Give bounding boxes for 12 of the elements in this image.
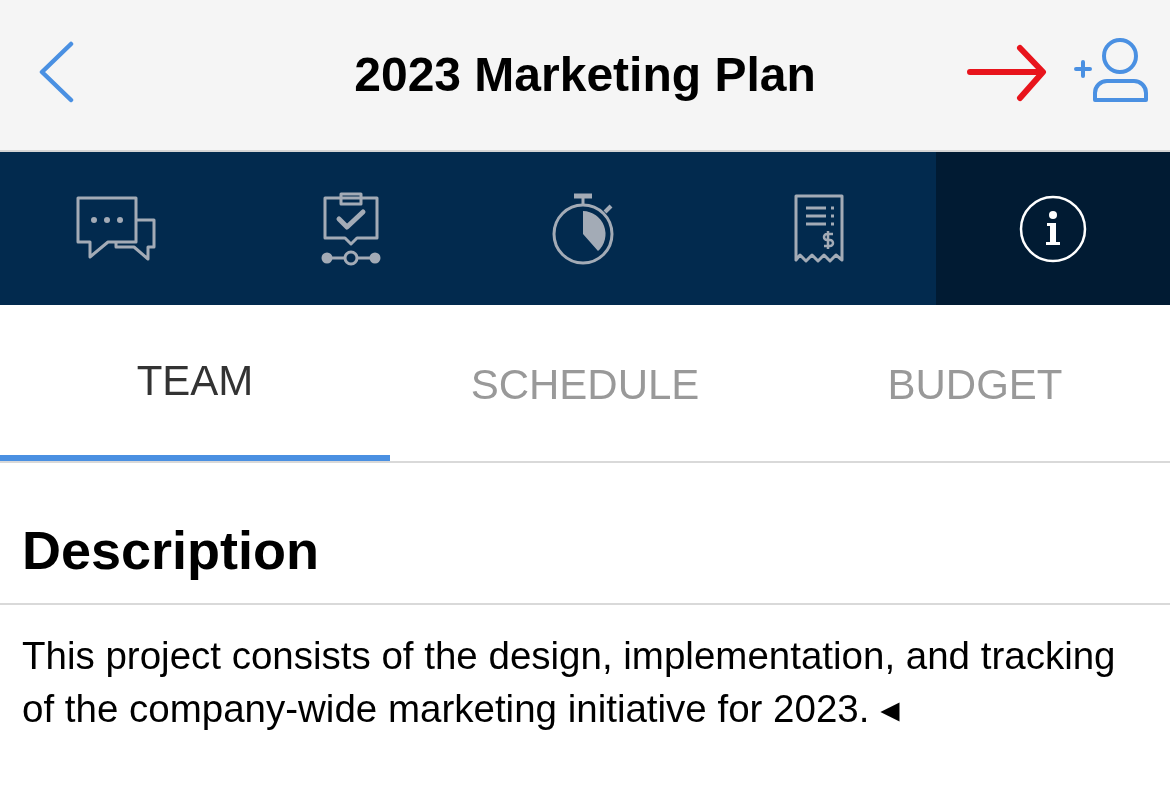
receipt-icon <box>794 193 844 264</box>
info-icon <box>1019 194 1087 263</box>
section-tab[interactable]: SCHEDULE <box>390 305 780 461</box>
description-text: This project consists of the design, implementation, and tracking of the company-wide marketing initiative for 2023. ◂ <box>22 633 1117 732</box>
clipboard-check-icon <box>321 191 381 266</box>
window-title: 2023 Marketing Plan <box>354 51 816 99</box>
annotation-arrow-icon <box>966 44 1048 102</box>
chevron-left-icon <box>38 41 74 103</box>
icon-tab[interactable] <box>936 152 1170 305</box>
section-tab[interactable]: TEAM <box>0 305 390 461</box>
chat-bubbles-icon <box>76 194 158 263</box>
section-tab[interactable]: BUDGET <box>780 305 1170 461</box>
